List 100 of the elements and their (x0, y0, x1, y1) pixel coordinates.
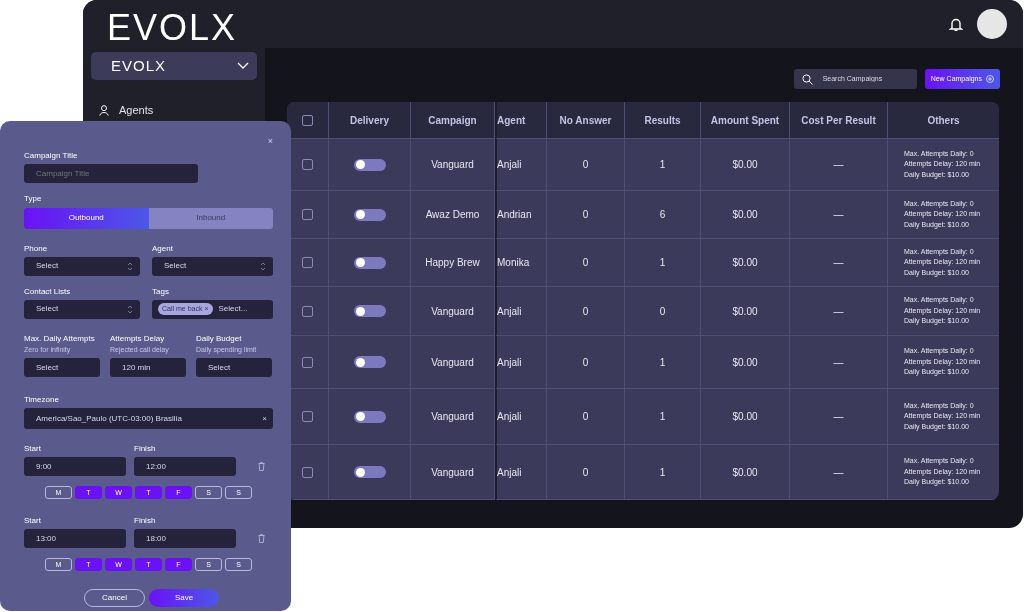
save-button[interactable]: Save (149, 589, 219, 607)
person-icon (99, 104, 109, 116)
column-header: Results (625, 102, 701, 139)
campaign-name: Vanguard (431, 304, 474, 319)
table-cell-text: 0 (582, 208, 589, 222)
trash-icon[interactable] (258, 462, 265, 471)
field-label: Attempts Delay (110, 332, 166, 345)
table-cell-text: — (833, 158, 844, 172)
finish-time-field[interactable]: 18:00 (134, 529, 236, 548)
table-cell-text: 0 (582, 465, 589, 480)
table-cell-text: — (833, 410, 844, 424)
select-field[interactable]: Select (152, 256, 273, 276)
select-field[interactable]: 120 min (110, 358, 186, 377)
delivery-toggle[interactable] (353, 356, 386, 368)
field-label: Agent (152, 242, 174, 255)
delivery-toggle[interactable] (353, 466, 386, 478)
campaign-title-field[interactable]: Campaign Title (24, 163, 198, 183)
campaign-name: Vanguard (431, 410, 474, 424)
trash-icon[interactable] (258, 534, 265, 543)
row-checkbox[interactable] (302, 466, 313, 478)
search-icon (801, 73, 813, 85)
column-header: Others (888, 102, 999, 139)
select-field[interactable]: Select (24, 256, 140, 276)
logo: EVOLX (107, 10, 239, 46)
field-label: Finish (134, 443, 157, 455)
delivery-toggle[interactable] (353, 410, 386, 423)
column-header: No Answer (547, 102, 625, 139)
field-label: Timezone (24, 394, 60, 406)
timezone-field[interactable]: America/Sao_Paulo (UTC-03:00) Brasilia × (24, 408, 273, 429)
sort-arrows-icon (126, 260, 134, 272)
column-header: Agent (495, 102, 547, 139)
table-cell-text: $0.00 (732, 355, 758, 370)
field-label: Campaign Title (24, 149, 79, 162)
sort-arrows-icon (259, 260, 267, 272)
start-time-field[interactable]: 13:00 (24, 529, 126, 548)
agent-name: Anjali (497, 355, 522, 370)
row-checkbox[interactable] (302, 411, 313, 422)
campaign-name: Vanguard (431, 158, 474, 172)
avatar[interactable] (977, 9, 1007, 39)
agent-name: Monika (497, 256, 530, 270)
table-cell-text: 6 (659, 208, 666, 222)
table-cell-text: 0 (582, 158, 589, 172)
delivery-toggle[interactable] (353, 158, 386, 171)
clear-button[interactable]: × (262, 412, 267, 425)
field-label: Max. Daily Attempts (24, 332, 96, 345)
field-label: Contact Lists (24, 285, 72, 298)
table-cell-text: — (833, 304, 844, 319)
row-checkbox[interactable] (302, 209, 313, 220)
agent-name: Anjali (497, 410, 522, 424)
table-cell-text: 0 (659, 304, 666, 319)
column-header: Amount Spent (701, 102, 790, 139)
table-cell-text: — (833, 256, 844, 270)
select-field[interactable]: Select (24, 299, 140, 319)
table-cell-text: $0.00 (732, 158, 758, 172)
row-checkbox[interactable] (302, 356, 313, 368)
sidebar-item[interactable]: Agents (99, 102, 257, 119)
campaign-name: Happy Brew (425, 256, 480, 270)
finish-time-field[interactable]: 12:00 (134, 457, 236, 476)
row-checkbox[interactable] (302, 159, 313, 170)
bell-icon[interactable] (949, 16, 963, 32)
table-cell-text: — (833, 465, 844, 480)
plus-circle-icon (986, 75, 994, 83)
agent-name: Anjali (497, 158, 522, 172)
chevron-down-icon (237, 62, 249, 70)
select-field[interactable]: Select (196, 358, 272, 377)
column-header: Campaign (411, 102, 495, 139)
close-button[interactable]: × (267, 135, 273, 149)
table-cell-text: 0 (582, 304, 589, 319)
field-label: Type (24, 192, 43, 205)
field-label: Daily Budget (196, 332, 243, 345)
delivery-toggle[interactable] (353, 305, 386, 317)
delivery-toggle[interactable] (353, 256, 386, 269)
column-header: Delivery (329, 102, 411, 139)
table-cell-text: 1 (659, 256, 666, 270)
workspace-dropdown[interactable]: EVOLX (91, 52, 257, 80)
select-all-checkbox[interactable] (302, 114, 313, 126)
field-label: Finish (134, 515, 157, 527)
sort-arrows-icon (126, 303, 134, 315)
column-header: Cost Per Result (790, 102, 888, 139)
field-label: Phone (24, 242, 49, 255)
table-cell-text: 0 (582, 256, 589, 270)
table-cell-text: $0.00 (732, 256, 758, 270)
table-cell-text: — (833, 208, 844, 222)
agent-name: Andrian (497, 208, 532, 222)
table-cell-text: 1 (659, 355, 666, 370)
agent-name: Anjali (497, 304, 522, 319)
table-cell-text: 0 (582, 410, 589, 424)
table-cell-text: 1 (659, 465, 666, 480)
table-cell-text: 0 (582, 355, 589, 370)
table-cell-text: $0.00 (732, 410, 758, 424)
select-field[interactable]: Select (24, 358, 100, 377)
row-checkbox[interactable] (302, 305, 313, 317)
row-checkbox[interactable] (302, 257, 313, 268)
table-cell-text: $0.00 (732, 304, 758, 319)
type-tab[interactable]: Outbound (24, 207, 149, 229)
delivery-toggle[interactable] (353, 208, 386, 221)
start-time-field[interactable]: 9:00 (24, 457, 126, 476)
field-label: Tags (152, 285, 170, 298)
table-cell-text: 1 (659, 158, 666, 172)
table-cell-text: $0.00 (732, 465, 758, 480)
